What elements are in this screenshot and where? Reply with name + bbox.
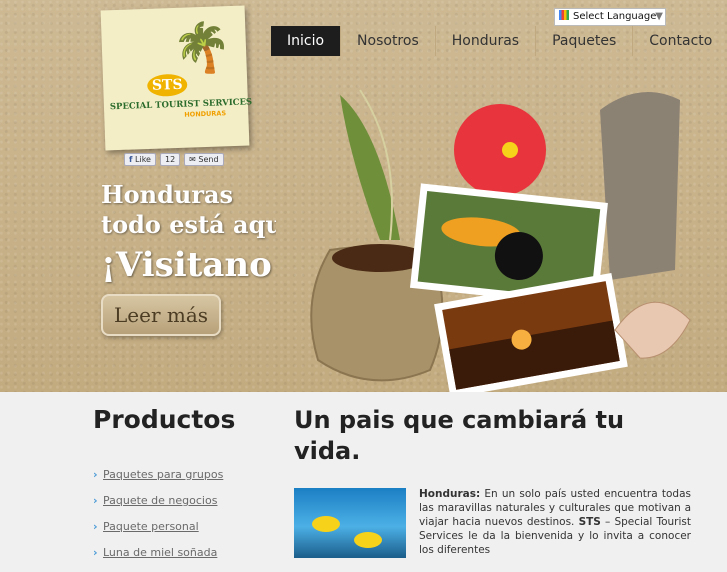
site-logo[interactable]: 🌴 STS SPECIAL TOURIST SERVICES HONDURAS [100,5,253,151]
product-link-groups[interactable]: Paquetes para grupos [93,468,273,481]
chevron-down-icon: ▼ [655,11,663,22]
logo-subtitle: HONDURAS [184,109,227,119]
hero-line-3: ¡Visitano [101,245,272,285]
main-nav: Inicio Nosotros Honduras Paquetes Contac… [271,26,727,56]
nav-honduras[interactable]: Honduras [436,26,537,56]
send-button[interactable]: ✉ Send [184,153,224,166]
product-link-honeymoon[interactable]: Luna de miel soñada [93,546,273,559]
nav-paquetes[interactable]: Paquetes [536,26,634,56]
logo-name: SPECIAL TOURIST SERVICES [109,97,253,113]
intro-paragraph: Honduras: En un solo país usted encuentr… [419,487,691,557]
logo-badge: STS [146,73,188,97]
hero-slogan: Honduras todo está aqu ¡Visitano [101,180,276,290]
language-select[interactable]: Select Language ▼ [554,8,666,26]
products-list: Paquetes para grupos Paquete de negocios… [93,468,273,559]
product-link-personal[interactable]: Paquete personal [93,520,273,533]
read-more-button[interactable]: Leer más [101,294,221,336]
google-icon [559,10,569,20]
fish-icon [312,516,340,532]
facebook-like-button[interactable]: f Like [124,153,156,166]
like-count: 12 [159,153,181,166]
intro-bold-sts: STS [578,516,601,528]
products-title: Productos [93,405,236,434]
hero-line-2: todo está aqu [101,210,276,239]
hero-line-1: Honduras [101,180,234,209]
social-bar: f Like 12 ✉ Send [124,153,224,166]
main-content: Un pais que cambiará tu vida. Honduras: … [294,405,692,558]
palm-tree-icon: 🌴 [171,19,233,78]
products-sidebar: Productos Paquetes para grupos Paquete d… [93,405,273,572]
intro-bold-honduras: Honduras: [419,488,481,500]
fish-icon [354,532,382,548]
nav-inicio[interactable]: Inicio [271,26,342,56]
fish-image [294,488,406,558]
language-label: Select Language [573,11,657,22]
nav-nosotros[interactable]: Nosotros [341,26,436,56]
nav-contacto[interactable]: Contacto [633,26,727,56]
send-icon: ✉ [189,155,196,164]
main-title: Un pais que cambiará tu vida. [294,406,625,465]
product-link-business[interactable]: Paquete de negocios [93,494,273,507]
